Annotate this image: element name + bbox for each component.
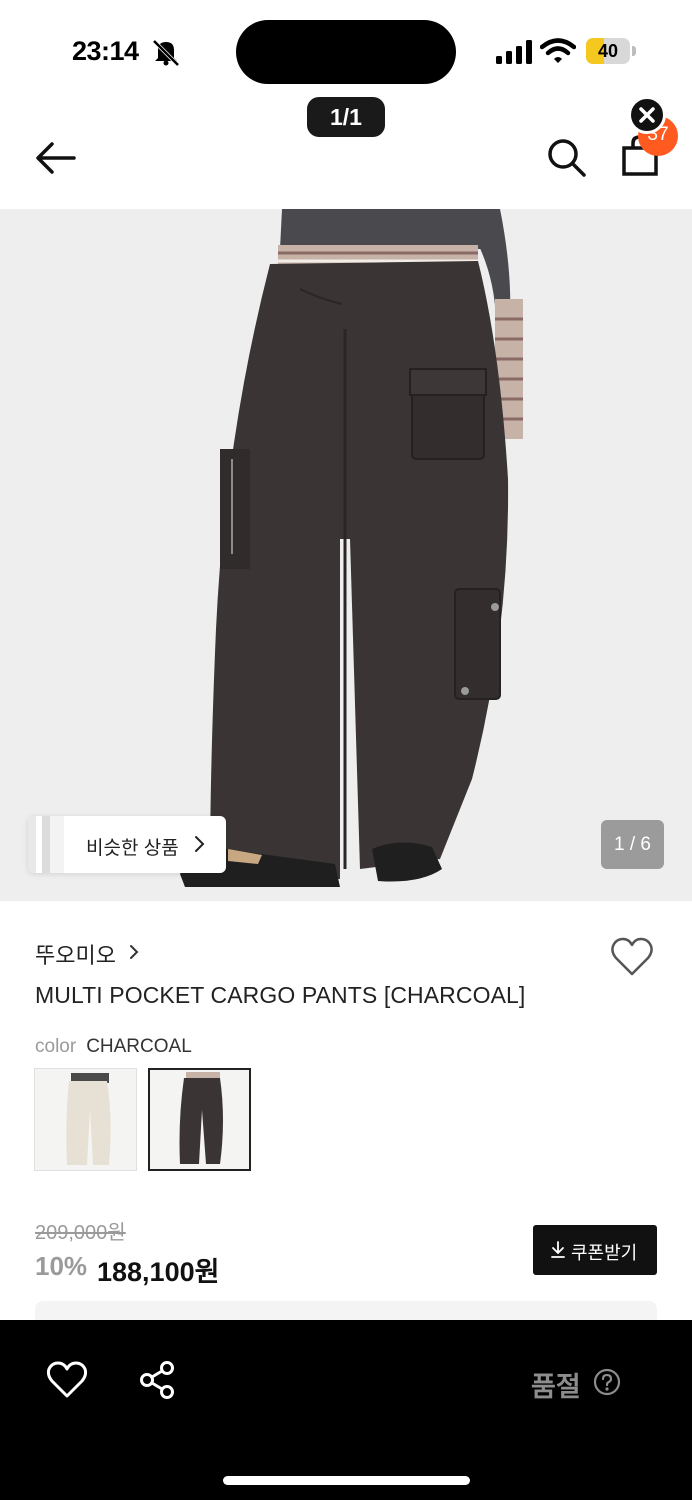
coupon-label: 쿠폰받기 [571,1243,638,1263]
color-swatch-charcoal[interactable] [148,1068,251,1171]
viewer-page-counter: 1/1 [307,97,385,137]
wifi-icon [540,38,576,63]
color-label: color [35,1036,77,1057]
sold-out-status: 품절 [531,1372,581,1402]
sale-price: 188,100원 [97,1257,220,1287]
original-price: 209,000원 [35,1222,126,1244]
color-option-row: color CHARCOAL [35,1036,192,1058]
product-title: MULTI POCKET CARGO PANTS [CHARCOAL] [35,982,526,1008]
battery-indicator: 40 [586,38,636,64]
help-question-icon[interactable] [593,1368,621,1396]
product-image[interactable] [0,209,692,901]
coupon-download-button[interactable]: 쿠폰받기 [533,1225,657,1275]
status-bar: 23:14 40 [0,0,692,100]
charcoal-pants-thumbnail [150,1070,249,1169]
similar-products-label: 비슷한 상품 [86,838,179,859]
bell-slash-icon [152,39,180,66]
download-icon [551,1241,565,1258]
battery-percent: 40 [597,41,619,61]
home-indicator [223,1476,470,1485]
close-icon[interactable] [628,96,666,134]
search-icon[interactable] [545,136,587,178]
heart-icon[interactable] [46,1360,88,1400]
share-icon[interactable] [138,1360,176,1400]
ivory-pants-thumbnail [35,1069,136,1170]
brand-name: 뚜오미오 [35,943,116,968]
cargo-pants-photo [0,209,692,901]
chevron-right-icon [195,836,205,852]
brand-link[interactable]: 뚜오미오 [35,938,139,968]
dynamic-island [236,20,456,84]
similar-products-thumbnail [28,816,64,873]
bottom-action-bar [0,1320,692,1500]
back-arrow-icon[interactable] [34,138,78,178]
wishlist-heart-icon[interactable] [610,936,654,978]
image-counter: 1 / 6 [601,820,664,869]
discount-rate: 10% [35,1251,88,1281]
color-swatch-ivory[interactable] [34,1068,137,1171]
color-value: CHARCOAL [86,1036,192,1057]
chevron-right-icon [130,945,139,959]
cellular-signal-icon [496,40,532,64]
status-time: 23:14 [72,36,139,66]
